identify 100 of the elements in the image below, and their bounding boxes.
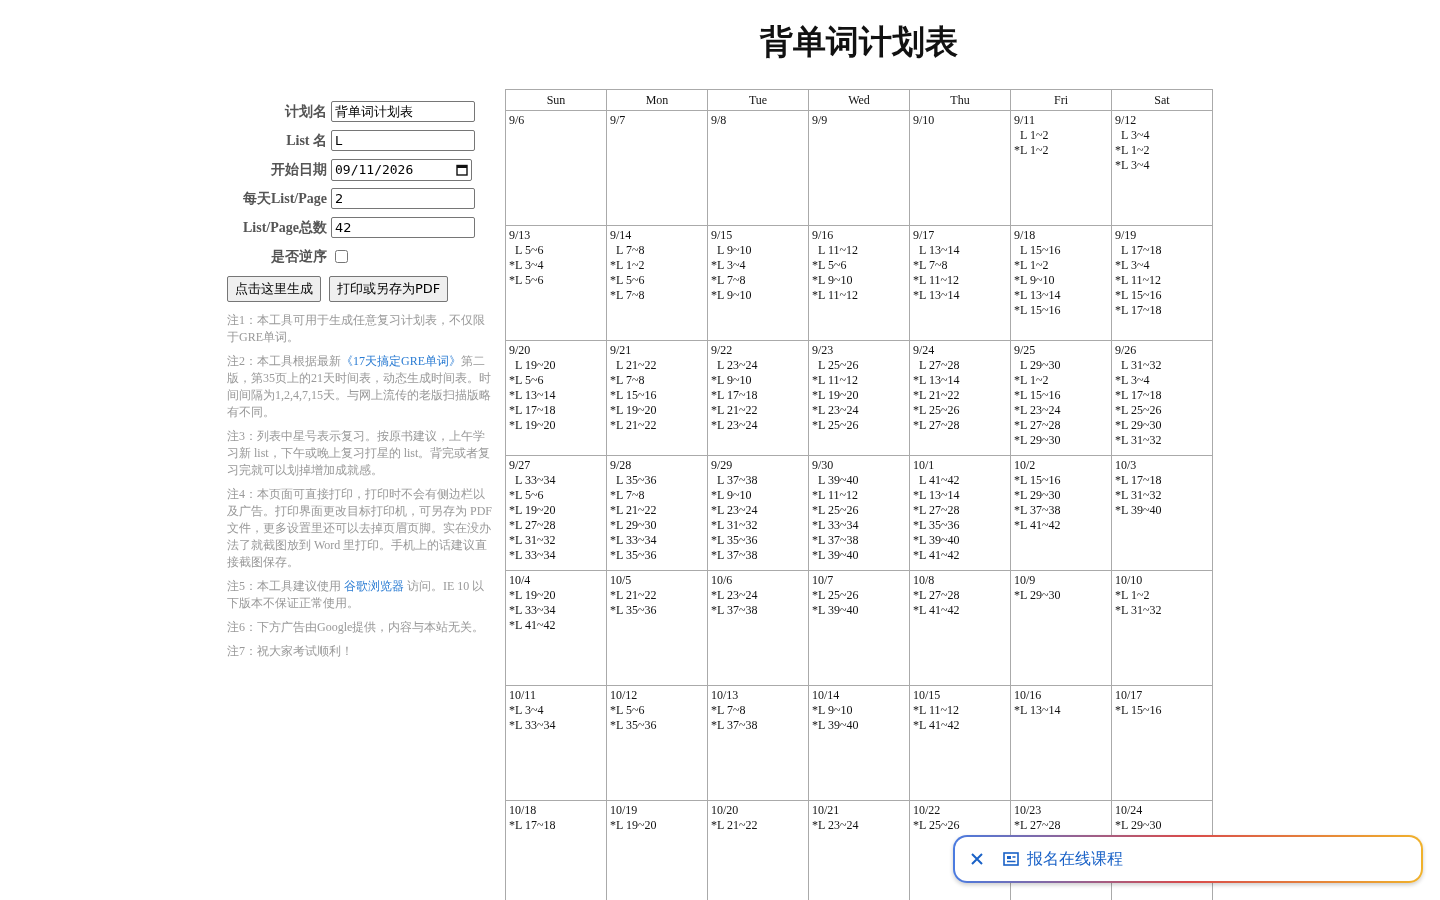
review-list: *L 27~28 [1014,418,1108,433]
day-date: 9/30 [812,458,835,473]
field-label: 计划名 [283,102,327,121]
review-list: *L 13~14 [913,373,1007,388]
text-field[interactable]: 背单词计划表 [331,101,475,122]
new-list: L 29~30 [1014,358,1108,373]
review-list: *L 13~14 [913,488,1007,503]
review-list: *L 27~28 [913,418,1007,433]
review-list: *L 29~30 [1014,433,1108,448]
review-list: *L 35~36 [711,533,805,548]
new-list: L 17~18 [1115,243,1209,258]
review-list: *L 11~12 [913,273,1007,288]
review-list: *L 7~8 [711,273,805,288]
review-list: *L 7~8 [610,373,704,388]
review-list: *L 41~42 [913,548,1007,563]
note-text: 注6：下方广告由Google提供，内容与本站无关。 [227,619,486,636]
day-date: 9/15 [711,228,734,243]
day-date: 10/7 [812,573,835,588]
day-date: 10/13 [711,688,740,703]
review-list: *L 19~20 [509,588,603,603]
day-date: 10/1 [913,458,936,473]
review-list: *L 25~26 [812,503,906,518]
review-list: *L 39~40 [913,533,1007,548]
day-date: 10/15 [913,688,942,703]
checkbox[interactable] [335,250,348,263]
review-list: *L 21~22 [610,418,704,433]
review-list: *L 19~20 [610,818,704,833]
review-list: *L 9~10 [711,373,805,388]
review-list: *L 9~10 [711,488,805,503]
day-date: 9/25 [1014,343,1037,358]
text-field[interactable]: 2 [331,188,475,209]
field-label: 开始日期 [270,160,327,179]
review-list: *L 1~2 [1014,143,1108,158]
review-list: *L 21~22 [913,388,1007,403]
day-date: 10/10 [1115,573,1144,588]
review-list: *L 11~12 [913,703,1007,718]
note-link[interactable]: 《17天搞定GRE单词》 [341,354,461,368]
review-list: *L 11~12 [1115,273,1209,288]
review-list: *L 17~18 [711,388,805,403]
day-date: 9/10 [913,113,936,128]
note-link[interactable]: 谷歌浏览器 [344,579,404,593]
review-list: *L 11~12 [812,488,906,503]
review-list: *L 5~6 [610,703,704,718]
review-list: *L 15~16 [610,388,704,403]
review-list: *L 33~34 [509,548,603,563]
field-label: List 名 [285,131,327,150]
review-list: *L 15~16 [1014,473,1108,488]
note-text: 注2：本工具根据最新《17天搞定GRE单词》第二版，第35页上的21天时间表，动态生成时间表。时间间隔为1,2,4,7,15天。与网上流传的老版扫描版略有不同。 [227,353,492,421]
review-list: *L 3~4 [1115,373,1209,388]
review-list: *L 37~38 [711,603,805,618]
new-list: L 7~8 [610,243,704,258]
review-list: *L 37~38 [711,718,805,733]
new-list: L 15~16 [1014,243,1108,258]
date-field[interactable]: 09/11/2026 [331,158,472,181]
day-date: 10/11 [509,688,537,703]
day-date: 10/24 [1115,803,1144,818]
review-list: *L 3~4 [1115,258,1209,273]
new-list: L 25~26 [812,358,906,373]
new-list: L 27~28 [913,358,1007,373]
review-list: *L 21~22 [610,588,704,603]
promo-link[interactable]: 报名在线课程 [1003,848,1123,870]
review-list: *L 25~26 [1115,403,1209,418]
weekday-header: Sun [505,89,607,111]
review-list: *L 33~34 [812,518,906,533]
review-list: *L 27~28 [509,518,603,533]
review-list: *L 39~40 [812,603,906,618]
day-date: 10/17 [1115,688,1144,703]
close-button[interactable] [969,851,985,867]
review-list: *L 17~18 [509,818,603,833]
review-list: *L 23~24 [812,403,906,418]
note-text: 注1：本工具可用于生成任意复习计划表，不仅限于GRE单词。 [227,312,486,346]
review-list: *L 15~16 [1115,288,1209,303]
new-list: L 1~2 [1014,128,1108,143]
review-list: *L 17~18 [509,403,603,418]
calendar-icon[interactable] [456,163,468,176]
review-list: *L 35~36 [913,518,1007,533]
day-date: 9/21 [610,343,633,358]
review-list: *L 31~32 [711,518,805,533]
day-date: 10/9 [1014,573,1037,588]
review-list: *L 27~28 [913,503,1007,518]
review-list: *L 31~32 [1115,488,1209,503]
review-list: *L 15~16 [1014,303,1108,318]
day-date: 9/9 [812,113,829,128]
weekday-header: Fri [1010,89,1112,111]
text-field[interactable]: 42 [331,217,475,238]
day-date: 10/22 [913,803,942,818]
review-list: *L 27~28 [913,588,1007,603]
day-date: 10/3 [1115,458,1138,473]
day-date: 9/14 [610,228,633,243]
page-title: 背单词计划表 [758,21,959,63]
print-button[interactable]: 打印或另存为PDF [329,276,449,302]
review-list: *L 25~26 [812,418,906,433]
review-list: *L 13~14 [509,388,603,403]
review-list: *L 29~30 [610,518,704,533]
new-list: L 3~4 [1115,128,1209,143]
text-field[interactable]: L [331,130,475,151]
day-date: 10/12 [610,688,639,703]
review-list: *L 15~16 [1014,388,1108,403]
generate-button[interactable]: 点击这里生成 [227,276,321,302]
review-list: *L 41~42 [1014,518,1108,533]
